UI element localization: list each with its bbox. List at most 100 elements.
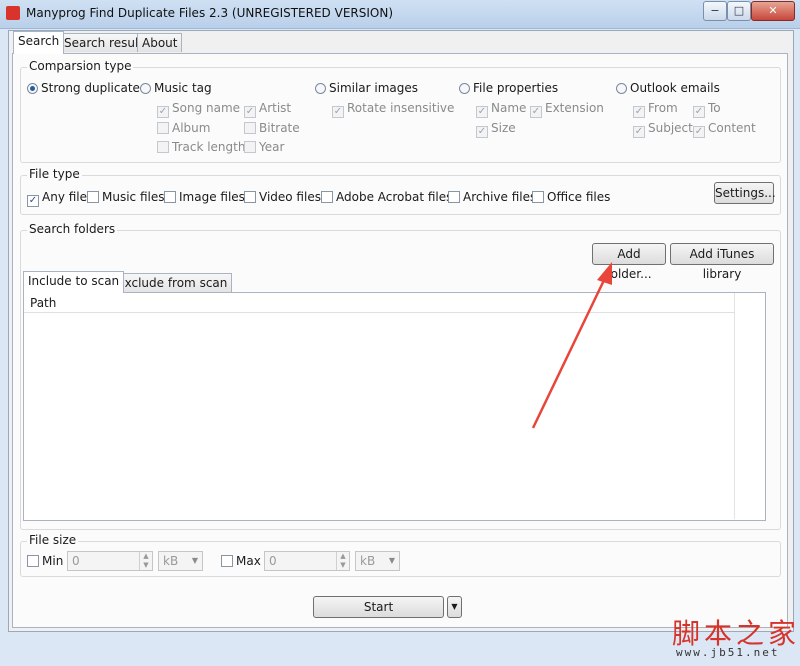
checkbox-image-files[interactable]: Image files [164, 190, 245, 204]
checkbox-any-file[interactable]: ✓ Any file [27, 190, 87, 207]
check-icon: ✓ [244, 106, 256, 118]
checkbox-from[interactable]: ✓ From [633, 101, 678, 118]
checkbox-song-name[interactable]: ✓ Song name [157, 101, 240, 118]
tab-exclude-from-scan[interactable]: Exclude from scan [112, 273, 233, 293]
checkbox-label: Office files [547, 190, 611, 204]
minimize-button[interactable]: − [703, 1, 727, 21]
checkbox-min-size[interactable]: Min [27, 554, 63, 568]
checkbox-adobe-acrobat-files[interactable]: Adobe Acrobat files [321, 190, 452, 204]
comparison-type-group: Comparsion type Strong duplicate Music t… [20, 59, 781, 163]
radio-music-tag[interactable]: Music tag [140, 81, 212, 95]
checkbox-label: Adobe Acrobat files [336, 190, 453, 204]
check-icon: ✓ [332, 106, 344, 118]
start-button[interactable]: Start [313, 596, 444, 618]
radio-label: Outlook emails [630, 81, 720, 95]
radio-file-properties[interactable]: File properties [459, 81, 558, 95]
add-folder-button[interactable]: Add folder... [592, 243, 666, 281]
check-icon: ✓ [633, 126, 645, 138]
check-icon: ✓ [27, 195, 39, 207]
checkbox-empty-icon [244, 122, 256, 134]
spin-arrows-icon[interactable]: ▲ ▼ [336, 552, 349, 570]
min-size-input[interactable]: 0 ▲ ▼ [67, 551, 153, 571]
start-options-button[interactable]: ▼ [447, 596, 462, 618]
checkbox-content[interactable]: ✓ Content [693, 121, 756, 138]
radio-label: File properties [473, 81, 559, 95]
checkbox-label: Bitrate [259, 121, 300, 135]
checkbox-empty-icon [532, 191, 544, 203]
check-icon: ✓ [530, 106, 542, 118]
checkbox-archive-files[interactable]: Archive files [448, 190, 536, 204]
checkbox-extension[interactable]: ✓ Extension [530, 101, 604, 118]
checkbox-label: Extension [545, 101, 604, 115]
check-icon: ✓ [693, 126, 705, 138]
checkbox-empty-icon [157, 122, 169, 134]
radio-selected-icon [27, 83, 38, 94]
radio-icon [140, 83, 151, 94]
checkbox-music-files[interactable]: Music files [87, 190, 164, 204]
checkbox-office-files[interactable]: Office files [532, 190, 610, 204]
checkbox-label: Rotate insensitive [347, 101, 455, 115]
checkbox-label: Archive files [463, 190, 537, 204]
checkbox-subject[interactable]: ✓ Subject [633, 121, 693, 138]
checkbox-label: Min [42, 554, 64, 568]
checkbox-to[interactable]: ✓ To [693, 101, 721, 118]
max-unit-value: kB [360, 554, 376, 568]
title-bar: Manyprog Find Duplicate Files 2.3 (UNREG… [0, 0, 800, 29]
radio-outlook-emails[interactable]: Outlook emails [616, 81, 720, 95]
check-icon: ✓ [476, 126, 488, 138]
column-header-path[interactable]: Path [24, 293, 734, 313]
check-icon: ✓ [476, 106, 488, 118]
max-size-input[interactable]: 0 ▲ ▼ [264, 551, 350, 571]
settings-button[interactable]: Settings... [714, 182, 776, 204]
radio-label: Similar images [329, 81, 419, 95]
min-size-value: 0 [72, 554, 80, 568]
checkbox-track-length[interactable]: Track length [157, 140, 245, 154]
radio-label: Music tag [154, 81, 212, 95]
checkbox-name[interactable]: ✓ Name [476, 101, 526, 118]
checkbox-album[interactable]: Album [157, 121, 210, 135]
tab-include-to-scan[interactable]: Include to scan [23, 271, 125, 293]
maximize-button[interactable]: □ [727, 1, 751, 21]
checkbox-artist[interactable]: ✓ Artist [244, 101, 291, 118]
checkbox-video-files[interactable]: Video files [244, 190, 321, 204]
include-folders-list[interactable]: Path [23, 292, 766, 521]
file-size-group: File size Min 0 ▲ ▼ kB ▼ Max 0 ▲ ▼ kB ▼ [20, 533, 781, 577]
tab-about[interactable]: About [137, 33, 183, 52]
checkbox-empty-icon [164, 191, 176, 203]
checkbox-label: Music files [102, 190, 165, 204]
checkbox-label: Max [236, 554, 261, 568]
checkbox-empty-icon [27, 555, 39, 567]
search-folders-title: Search folders [27, 222, 118, 236]
checkbox-rotate-insensitive[interactable]: ✓ Rotate insensitive [332, 101, 454, 118]
checkbox-label: Track length [172, 140, 246, 154]
radio-similar-images[interactable]: Similar images [315, 81, 418, 95]
check-icon: ✓ [693, 106, 705, 118]
spin-arrows-icon[interactable]: ▲ ▼ [139, 552, 152, 570]
checkbox-label: Year [259, 140, 285, 154]
checkbox-empty-icon [448, 191, 460, 203]
watermark-url: www.jb51.net [676, 646, 780, 659]
chevron-down-icon: ▼ [388, 556, 395, 565]
radio-label: Strong duplicate [41, 81, 140, 95]
tab-search-result[interactable]: Search result [59, 33, 148, 52]
checkbox-year[interactable]: Year [244, 140, 284, 154]
app-icon [6, 6, 20, 20]
min-unit-value: kB [163, 554, 179, 568]
file-type-group: File type ✓ Any file Music files Image fi… [20, 167, 781, 215]
file-type-title: File type [27, 167, 82, 181]
add-itunes-library-button[interactable]: Add iTunes library [670, 243, 774, 281]
checkbox-empty-icon [87, 191, 99, 203]
tab-search[interactable]: Search [13, 31, 65, 54]
checkbox-empty-icon [244, 141, 256, 153]
checkbox-bitrate[interactable]: Bitrate [244, 121, 300, 135]
checkbox-max-size[interactable]: Max [221, 554, 261, 568]
min-unit-select[interactable]: kB ▼ [158, 551, 203, 571]
checkbox-size[interactable]: ✓ Size [476, 121, 516, 138]
max-unit-select[interactable]: kB ▼ [355, 551, 400, 571]
close-button[interactable]: ✕ [751, 1, 795, 21]
radio-strong-duplicate[interactable]: Strong duplicate [27, 81, 140, 95]
checkbox-label: Subject [648, 121, 693, 135]
main-window-client: Search Search result About Comparsion ty… [8, 30, 794, 632]
file-size-title: File size [27, 533, 79, 547]
comparison-type-title: Comparsion type [27, 59, 134, 73]
